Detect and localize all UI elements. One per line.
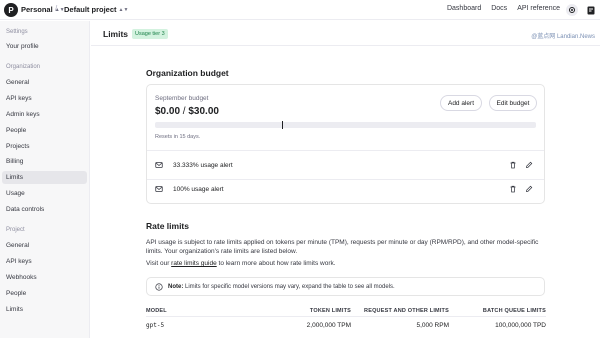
add-alert-button[interactable]: Add alert <box>440 95 482 111</box>
table-cell-request-limit: 5,000 RPM <box>416 322 449 329</box>
budget-spent: $0.00 <box>155 106 181 117</box>
budget-amount: $0.00 / $30.00 <box>155 106 219 117</box>
trash-icon[interactable] <box>509 185 517 193</box>
budget-progress-bar <box>155 121 536 129</box>
table-cell-model[interactable]: gpt-5 <box>146 322 164 329</box>
sidebar-section-project: Project <box>6 227 25 233</box>
sidebar-item-project-limits[interactable]: Limits <box>2 303 87 316</box>
budget-month-label: September budget <box>155 95 209 102</box>
budget-resets-text: Resets in 15 days. <box>155 134 201 140</box>
budget-card: September budget $0.00 / $30.00 Add aler… <box>146 84 545 204</box>
chevron-updown-icon: ▲▼ <box>118 6 129 13</box>
alert-row: 33.333% usage alert <box>147 155 544 177</box>
sidebar-item-general[interactable]: General <box>2 76 87 89</box>
table-cell-token-limit: 2,000,000 TPM <box>306 322 351 329</box>
watermark: @蓝点网 Landian.News <box>531 34 595 40</box>
org-switcher[interactable]: Personal ▲▼ <box>21 5 65 14</box>
nav-dashboard[interactable]: Dashboard <box>447 5 481 12</box>
top-nav: Dashboard Docs API reference <box>447 5 560 12</box>
mail-icon <box>155 186 163 192</box>
alert-label: 100% usage alert <box>173 186 224 193</box>
usage-tier-badge: Usage tier 3 <box>132 29 168 39</box>
rate-limits-heading: Rate limits <box>146 221 189 231</box>
column-header-token-limits[interactable]: TOKEN LIMITS <box>281 308 351 314</box>
rate-limits-note: Note: Limits for specific model versions… <box>146 277 545 296</box>
nav-api-reference[interactable]: API reference <box>517 5 560 12</box>
settings-button[interactable] <box>566 4 578 16</box>
sidebar-item-billing[interactable]: Billing <box>2 155 87 168</box>
nav-docs[interactable]: Docs <box>491 5 507 12</box>
sidebar-item-people[interactable]: People <box>2 124 87 137</box>
budget-limit: $30.00 <box>188 106 219 117</box>
gear-icon <box>569 7 575 13</box>
column-header-model[interactable]: MODEL <box>146 308 167 314</box>
edit-budget-button[interactable]: Edit budget <box>489 95 537 111</box>
page-title: Limits <box>103 29 129 39</box>
card-divider <box>147 150 544 151</box>
table-divider <box>146 316 546 317</box>
sidebar-item-project-general[interactable]: General <box>2 239 87 252</box>
sidebar-item-project-people[interactable]: People <box>2 287 87 300</box>
sidebar-item-project-api-keys[interactable]: API keys <box>2 255 87 268</box>
page-header: Limits Usage tier 3 @蓝点网 Landian.News <box>91 21 600 46</box>
sidebar-section-settings: Settings <box>6 29 28 35</box>
guide-prefix: Visit our <box>146 260 172 267</box>
alert-row: 100% usage alert <box>147 179 544 201</box>
sidebar-item-admin-keys[interactable]: Admin keys <box>2 108 87 121</box>
alert-label: 33.333% usage alert <box>173 162 233 169</box>
user-icon <box>587 6 595 14</box>
note-label: Note: <box>168 283 184 290</box>
sidebar-item-webhooks[interactable]: Webhooks <box>2 271 87 284</box>
sidebar-item-your-profile[interactable]: Your profile <box>2 40 87 53</box>
user-menu-button[interactable] <box>586 4 596 16</box>
rate-limits-description: API usage is subject to rate limits appl… <box>146 239 539 255</box>
mail-icon <box>155 162 163 168</box>
sidebar: Settings Your profile Organization Gener… <box>0 21 90 338</box>
budget-alert-marker <box>282 121 283 129</box>
guide-suffix: to learn more about how rate limits work… <box>216 260 336 267</box>
note-text: Limits for specific model versions may v… <box>183 283 395 290</box>
sidebar-item-api-keys[interactable]: API keys <box>2 92 87 105</box>
top-bar: P Personal ▲▼ / Default project ▲▼ Dashb… <box>0 0 600 20</box>
sidebar-item-limits[interactable]: Limits <box>2 171 87 184</box>
rate-limits-guide-link[interactable]: rate limits guide <box>171 260 217 267</box>
org-avatar[interactable]: P <box>4 3 18 17</box>
sidebar-item-usage[interactable]: Usage <box>2 187 87 200</box>
pencil-icon[interactable] <box>525 161 533 169</box>
org-budget-heading: Organization budget <box>146 68 229 78</box>
column-header-batch-limits[interactable]: BATCH QUEUE LIMITS <box>456 308 546 314</box>
pencil-icon[interactable] <box>525 185 533 193</box>
trash-icon[interactable] <box>509 161 517 169</box>
rate-limits-guide-text: Visit our rate limits guide to learn mor… <box>146 259 546 268</box>
table-cell-batch-limit: 100,000,000 TPD <box>495 322 546 329</box>
sidebar-item-projects[interactable]: Projects <box>2 140 87 153</box>
info-icon <box>155 282 163 291</box>
breadcrumb-separator: / <box>55 4 58 13</box>
org-name: Personal <box>21 5 53 14</box>
sidebar-item-data-controls[interactable]: Data controls <box>2 203 87 216</box>
project-name: Default project <box>64 5 117 14</box>
project-switcher[interactable]: Default project ▲▼ <box>64 5 128 14</box>
org-avatar-letter: P <box>8 5 14 15</box>
column-header-request-limits[interactable]: REQUEST AND OTHER LIMITS <box>349 308 449 314</box>
sidebar-section-organization: Organization <box>6 64 41 70</box>
